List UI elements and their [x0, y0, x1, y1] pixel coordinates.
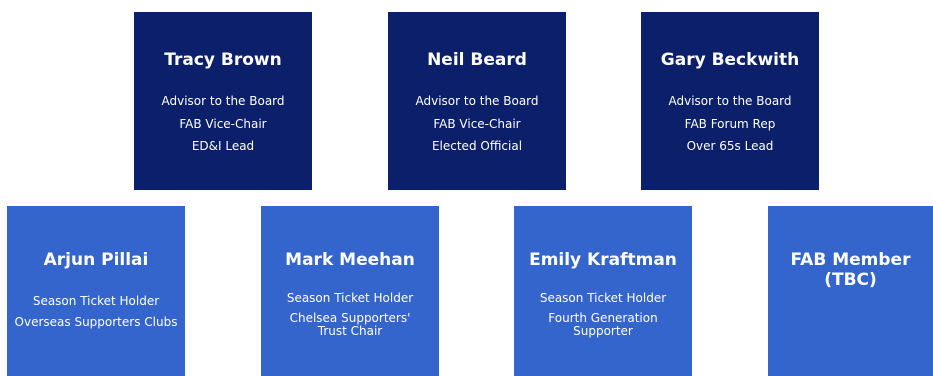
- member-name: Tracy Brown: [164, 50, 282, 70]
- member-card-tracy-brown: Tracy Brown Advisor to the Board FAB Vic…: [134, 12, 312, 190]
- member-card-neil-beard: Neil Beard Advisor to the Board FAB Vice…: [388, 12, 566, 190]
- member-role: Over 65s Lead: [686, 139, 774, 153]
- member-role: Overseas Supporters Clubs: [14, 315, 178, 329]
- member-card-mark-meehan: Mark Meehan Season Ticket Holder Chelsea…: [261, 206, 439, 376]
- member-card-arjun-pillai: Arjun Pillai Season Ticket Holder Overse…: [7, 206, 185, 376]
- member-role: Advisor to the Board: [161, 94, 285, 108]
- member-name: Mark Meehan: [285, 250, 415, 270]
- member-name-line: (TBC): [824, 270, 877, 290]
- member-roles: Season Ticket Holder Chelsea Supporters'…: [267, 291, 433, 345]
- member-roles: Season Ticket Holder Overseas Supporters…: [13, 294, 179, 336]
- member-role: Elected Official: [431, 139, 523, 153]
- member-card-fab-member-tbc: FAB Member (TBC): [768, 206, 933, 376]
- member-role: Advisor to the Board: [668, 94, 792, 108]
- member-name: FAB Member (TBC): [774, 250, 927, 290]
- member-card-emily-kraftman: Emily Kraftman Season Ticket Holder Four…: [514, 206, 692, 376]
- member-role: Season Ticket Holder: [539, 291, 667, 305]
- member-role: FAB Vice-Chair: [433, 116, 521, 131]
- member-card-gary-beckwith: Gary Beckwith Advisor to the Board FAB F…: [641, 12, 819, 190]
- member-name-line: FAB Member: [790, 250, 911, 270]
- member-name: Emily Kraftman: [529, 250, 677, 270]
- member-role: Advisor to the Board: [415, 94, 539, 108]
- member-name: Arjun Pillai: [43, 250, 149, 270]
- member-name: Gary Beckwith: [660, 50, 800, 70]
- member-roles: Advisor to the Board FAB Vice-Chair Elec…: [394, 94, 560, 162]
- member-roles: Advisor to the Board FAB Forum Rep Over …: [647, 94, 813, 162]
- member-role: Season Ticket Holder: [32, 294, 160, 308]
- member-roles: Advisor to the Board FAB Vice-Chair ED&I…: [140, 94, 306, 162]
- member-role: ED&I Lead: [191, 139, 255, 153]
- member-roles: Season Ticket Holder Fourth Generation S…: [520, 291, 686, 345]
- member-name: Neil Beard: [427, 50, 527, 70]
- member-role: FAB Vice-Chair: [179, 116, 267, 131]
- member-role: Season Ticket Holder: [286, 291, 414, 305]
- member-role: FAB Forum Rep: [684, 116, 776, 131]
- member-role: Chelsea Supporters' Trust Chair: [289, 311, 411, 338]
- member-role: Fourth Generation Supporter: [548, 311, 658, 338]
